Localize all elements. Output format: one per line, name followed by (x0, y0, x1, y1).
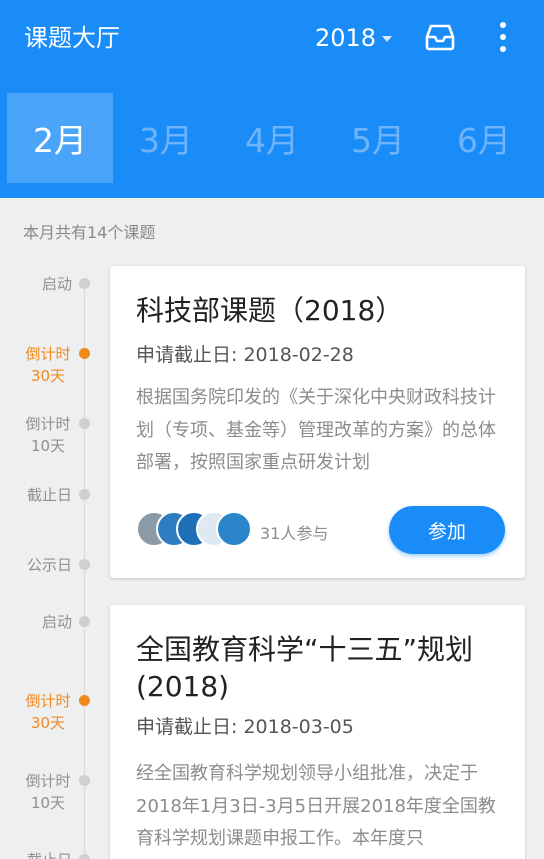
stage-countdown10-label: 倒计时 10天 (25, 772, 71, 812)
stage-dot (79, 559, 90, 570)
stage-dot (79, 854, 90, 859)
project-title: 科技部课题（2018） (136, 294, 404, 327)
timeline: 启动 倒计时 30天 倒计时 10天 截止日 公示日 启动 倒计时 30天 倒计… (0, 0, 100, 859)
stage-dot-active (79, 348, 90, 359)
year-selector[interactable]: 2018 (315, 22, 393, 54)
tab-month-3[interactable]: 3月 (113, 93, 219, 183)
stage-dot (79, 418, 90, 429)
project-deadline: 申请截止日: 2018-02-28 (136, 344, 354, 366)
stage-dot (79, 489, 90, 500)
tab-month-6[interactable]: 6月 (431, 93, 537, 183)
join-button[interactable]: 参加 (389, 506, 505, 554)
more-vertical-icon[interactable] (493, 21, 513, 53)
project-card[interactable]: 科技部课题（2018） 申请截止日: 2018-02-28 根据国务院印发的《关… (110, 266, 525, 578)
stage-publish-label: 公示日 (26, 556, 72, 574)
stage-deadline-label: 截止日 (0, 849, 72, 859)
stage-countdown30-label: 倒计时 30天 (25, 692, 71, 732)
year-value: 2018 (315, 24, 377, 52)
project-deadline: 申请截止日: 2018-03-05 (136, 716, 354, 738)
stage-dot (79, 775, 90, 786)
participant-count: 31人参与 (260, 524, 329, 543)
timeline-line (84, 284, 85, 859)
avatar (216, 511, 252, 547)
inbox-icon[interactable] (425, 23, 455, 51)
participant-avatars (136, 511, 266, 549)
stage-dot-active (79, 695, 90, 706)
project-title: 全国教育科学“十三五”规划(2018) (136, 633, 474, 703)
stage-countdown30-label: 倒计时 30天 (25, 345, 71, 385)
tab-month-4[interactable]: 4月 (219, 93, 325, 183)
stage-start-label: 启动 (41, 275, 72, 293)
stage-dot (79, 616, 90, 627)
caret-down-icon (382, 36, 393, 42)
tab-month-5[interactable]: 5月 (325, 93, 431, 183)
stage-countdown10-label: 倒计时 10天 (25, 415, 71, 455)
project-card[interactable]: 全国教育科学“十三五”规划(2018) 申请截止日: 2018-03-05 经全… (110, 605, 525, 859)
project-description: 经全国教育科学规划领导小组批准，决定于2018年1月3日-3月5日开展2018年… (136, 763, 496, 849)
project-description: 根据国务院印发的《关于深化中央财政科技计划（专项、基金等）管理改革的方案》的总体… (136, 387, 496, 473)
stage-dot (79, 278, 90, 289)
stage-deadline-label: 截止日 (26, 486, 72, 504)
stage-start-label: 启动 (41, 613, 72, 631)
